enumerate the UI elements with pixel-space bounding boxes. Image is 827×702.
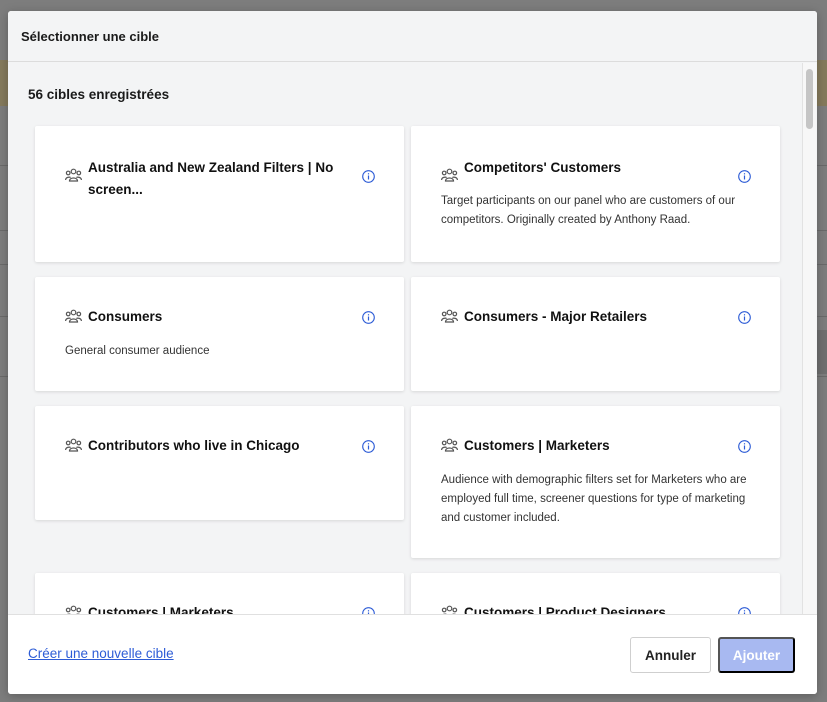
audience-group-icon: [65, 309, 82, 323]
audience-group-icon: [441, 438, 458, 452]
info-icon[interactable]: [738, 440, 751, 453]
target-card[interactable]: Customers | Product Designers: [411, 573, 780, 614]
info-icon[interactable]: [362, 607, 375, 614]
audience-group-icon: [65, 605, 82, 614]
add-button[interactable]: Ajouter: [718, 637, 795, 673]
select-target-modal: Sélectionner une cible 56 cibles enregis…: [8, 11, 817, 694]
target-card[interactable]: Consumers General consumer audience: [35, 277, 404, 391]
target-count: 56 cibles enregistrées: [28, 87, 170, 102]
target-card-description: Target participants on our panel who are…: [441, 195, 736, 226]
target-card[interactable]: Customers | Marketers: [35, 573, 404, 614]
info-icon[interactable]: [362, 311, 375, 324]
scrollbar[interactable]: [802, 63, 816, 614]
info-icon[interactable]: [362, 440, 375, 453]
modal-body[interactable]: 56 cibles enregistrées Australia and New…: [8, 63, 817, 614]
audience-group-icon: [65, 438, 82, 452]
info-icon[interactable]: [738, 311, 751, 324]
scrollbar-thumb[interactable]: [806, 69, 813, 129]
target-card-title: Australia and New Zealand Filters | No s…: [88, 160, 334, 197]
target-card-title: Competitors' Customers: [464, 160, 621, 175]
target-card-title: Consumers - Major Retailers: [464, 309, 648, 324]
audience-group-icon: [441, 168, 458, 182]
audience-group-icon: [441, 309, 458, 323]
audience-group-icon: [65, 168, 82, 182]
target-card[interactable]: Contributors who live in Chicago: [35, 406, 404, 520]
info-icon[interactable]: [738, 170, 751, 183]
target-card-description: Audience with demographic filters set fo…: [441, 474, 747, 524]
target-card-title: Customers | Marketers: [88, 605, 234, 614]
target-card-title: Customers | Product Designers: [464, 605, 666, 614]
info-icon[interactable]: [738, 607, 751, 614]
cancel-button[interactable]: Annuler: [630, 637, 711, 673]
target-card[interactable]: Australia and New Zealand Filters | No s…: [35, 126, 404, 262]
modal-title: Sélectionner une cible: [21, 28, 159, 44]
target-card-title: Customers | Marketers: [464, 438, 610, 453]
target-card[interactable]: Competitors' Customers Target participan…: [411, 126, 780, 262]
target-card[interactable]: Customers | Marketers Audience with demo…: [411, 406, 780, 558]
target-card-title: Contributors who live in Chicago: [88, 438, 300, 453]
modal-footer: Créer une nouvelle cible Annuler Ajouter: [8, 614, 817, 694]
target-card-description: General consumer audience: [65, 345, 210, 357]
target-card[interactable]: Consumers - Major Retailers: [411, 277, 780, 391]
info-icon[interactable]: [362, 170, 375, 183]
audience-group-icon: [441, 605, 458, 614]
background-panel: [817, 330, 827, 374]
create-target-link[interactable]: Créer une nouvelle cible: [28, 646, 174, 661]
target-card-title: Consumers: [88, 309, 163, 324]
modal-header: Sélectionner une cible: [8, 11, 817, 62]
